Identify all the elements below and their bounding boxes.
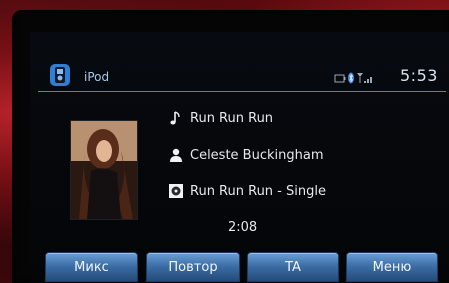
album-art xyxy=(70,120,138,220)
bluetooth-icon xyxy=(348,72,354,84)
status-icons xyxy=(334,72,372,84)
clock: 5:53 xyxy=(400,66,438,85)
album-row: Run Run Run - Single xyxy=(168,181,326,201)
signal-icon xyxy=(357,73,372,83)
source-label: iPod xyxy=(84,70,110,84)
person-icon xyxy=(168,147,184,163)
battery-icon xyxy=(334,74,346,83)
artist-name: Celeste Buckingham xyxy=(190,147,324,163)
menu-button[interactable]: Меню xyxy=(346,252,438,282)
ta-button[interactable]: TA xyxy=(247,252,339,282)
track-title: Run Run Run xyxy=(190,110,274,126)
album-title: Run Run Run - Single xyxy=(190,183,326,199)
elapsed-time: 2:08 xyxy=(228,220,258,235)
artist-row: Celeste Buckingham xyxy=(168,145,324,165)
album-icon xyxy=(168,183,184,199)
shuffle-button[interactable]: Микс xyxy=(45,252,138,282)
track-row: Run Run Run xyxy=(168,108,273,128)
ipod-icon xyxy=(50,64,70,86)
header-divider xyxy=(38,91,446,92)
music-note-icon xyxy=(168,110,184,126)
repeat-button[interactable]: Повтор xyxy=(146,252,240,282)
